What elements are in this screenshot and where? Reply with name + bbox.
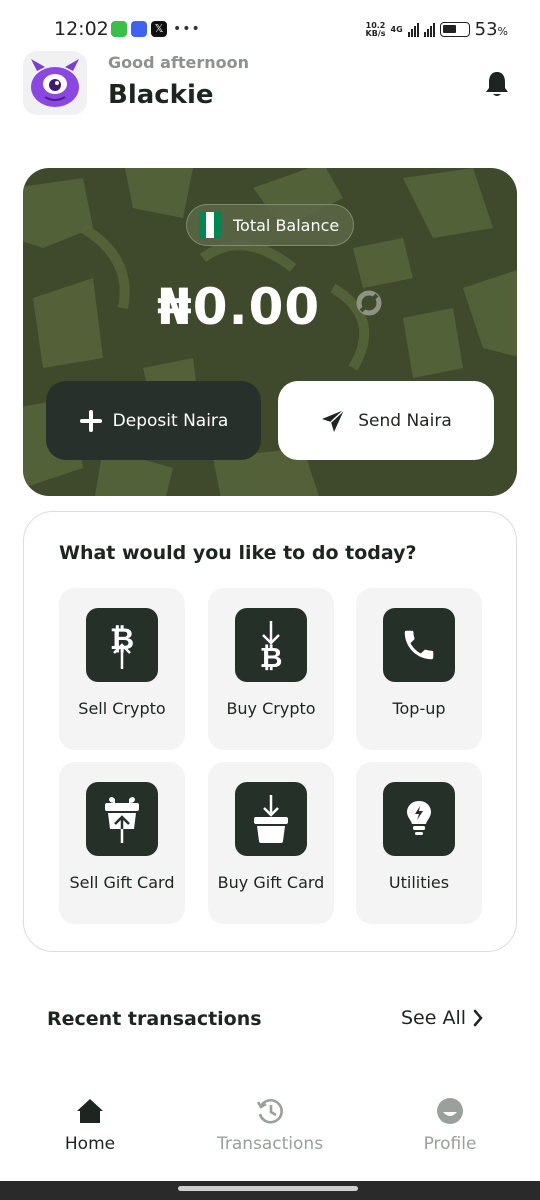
network-speed: 10.2 KB/s	[365, 21, 386, 38]
monster-mascot-icon	[31, 59, 79, 107]
utilities-tile[interactable]: Utilities	[356, 762, 482, 924]
battery-percent: 53%	[474, 19, 508, 40]
signal-icon-2	[423, 22, 435, 37]
balance-card: Total Balance ₦0.00 Deposit Naira Send N…	[23, 168, 517, 496]
status-time: 12:02	[54, 18, 109, 40]
balance-amount: ₦0.00	[157, 278, 321, 336]
send-paper-plane-icon	[322, 408, 345, 432]
sell-gift-card-label: Sell Gift Card	[69, 873, 175, 892]
status-indicators: 10.2 KB/s 4G 53%	[366, 19, 508, 40]
plus-icon	[79, 409, 102, 432]
home-icon	[77, 1099, 103, 1123]
nav-profile-label: Profile	[423, 1134, 477, 1154]
nav-home[interactable]: Home	[20, 1096, 160, 1154]
network-speed-unit: KB/s	[365, 28, 386, 38]
notification-icons: 𝕏 •••	[111, 21, 201, 37]
home-gesture-pill[interactable]	[178, 1186, 358, 1191]
bottom-navigation: Home Transactions Profile	[0, 1080, 540, 1180]
nav-transactions[interactable]: Transactions	[200, 1096, 340, 1154]
status-bar: 12:02 𝕏 ••• 10.2 KB/s 4G 53%	[0, 0, 540, 60]
send-naira-label: Send Naira	[358, 410, 452, 431]
deposit-naira-label: Deposit Naira	[112, 410, 229, 431]
username: Blackie	[108, 80, 214, 110]
recent-transactions-title: Recent transactions	[47, 1008, 262, 1030]
deposit-naira-button[interactable]: Deposit Naira	[46, 381, 261, 460]
phone-icon	[383, 608, 455, 682]
history-icon	[256, 1099, 283, 1124]
sell-gift-card-icon	[86, 782, 158, 856]
toggle-visibility-icon[interactable]	[354, 288, 384, 318]
buy-crypto-label: Buy Crypto	[226, 699, 316, 718]
chat-app-icon	[131, 21, 147, 37]
buy-crypto-tile[interactable]: ₿ Buy Crypto	[208, 588, 334, 750]
app-logo	[23, 51, 87, 115]
utilities-label: Utilities	[388, 873, 450, 892]
see-all-label: See All	[401, 1007, 467, 1029]
x-app-icon: 𝕏	[151, 21, 167, 37]
total-balance-label: Total Balance	[233, 215, 340, 235]
buy-gift-card-icon	[235, 782, 307, 856]
notifications-bell-icon[interactable]	[484, 70, 510, 98]
sell-gift-card-tile[interactable]: Sell Gift Card	[59, 762, 185, 924]
svg-text:₿: ₿	[260, 641, 283, 671]
sell-crypto-tile[interactable]: ₿ Sell Crypto	[59, 588, 185, 750]
nav-transactions-label: Transactions	[216, 1134, 324, 1154]
nav-profile[interactable]: Profile	[380, 1096, 520, 1154]
greeting-text: Good afternoon	[108, 53, 250, 72]
sell-crypto-label: Sell Crypto	[78, 699, 166, 718]
network-type: 4G	[390, 25, 403, 34]
sell-crypto-icon: ₿	[86, 608, 158, 682]
message-icon	[111, 21, 127, 37]
top-up-label: Top-up	[392, 699, 446, 718]
nigeria-flag-icon	[199, 212, 221, 238]
quick-actions-title: What would you like to do today?	[59, 542, 417, 564]
lightbulb-icon	[383, 782, 455, 856]
more-notifications-icon: •••	[173, 21, 201, 37]
quick-actions-card: What would you like to do today? ₿ Sell …	[23, 511, 517, 952]
chevron-right-icon	[473, 1009, 483, 1027]
buy-crypto-icon: ₿	[235, 608, 307, 682]
total-balance-pill[interactable]: Total Balance	[186, 204, 354, 246]
send-naira-button[interactable]: Send Naira	[278, 381, 494, 460]
see-all-link[interactable]: See All	[401, 1007, 484, 1029]
profile-icon	[437, 1098, 463, 1124]
battery-icon	[439, 22, 470, 37]
top-up-tile[interactable]: Top-up	[356, 588, 482, 750]
buy-gift-card-label: Buy Gift Card	[217, 873, 325, 892]
nav-home-label: Home	[64, 1134, 116, 1154]
buy-gift-card-tile[interactable]: Buy Gift Card	[208, 762, 334, 924]
signal-icon	[407, 22, 419, 37]
